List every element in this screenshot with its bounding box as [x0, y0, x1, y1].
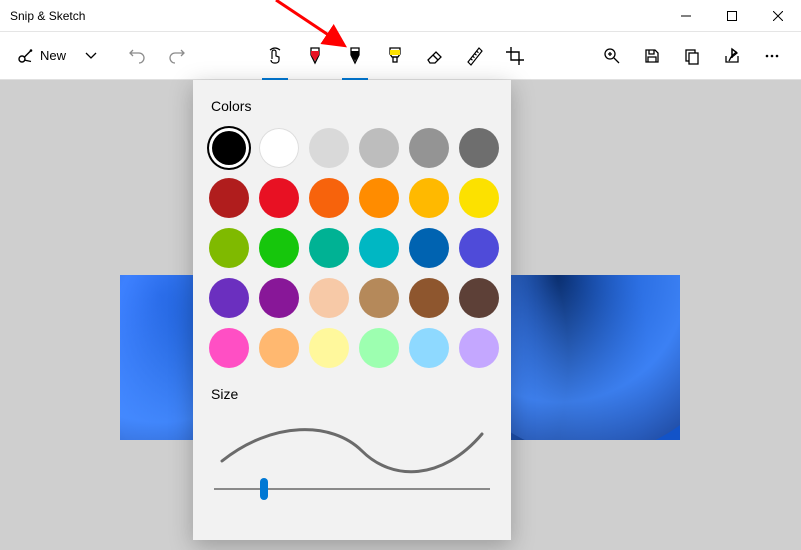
- eraser-icon: [425, 46, 445, 66]
- pen-black-icon: [346, 46, 364, 66]
- color-swatch-light-green[interactable]: [359, 328, 399, 368]
- color-swatch-red[interactable]: [259, 178, 299, 218]
- zoom-icon: [603, 47, 621, 65]
- maximize-button[interactable]: [709, 0, 755, 32]
- color-swatch-pink[interactable]: [209, 328, 249, 368]
- highlighter-button[interactable]: [376, 37, 414, 75]
- highlighter-icon: [386, 46, 404, 66]
- redo-icon: [168, 47, 186, 65]
- color-swatch-cyan[interactable]: [359, 228, 399, 268]
- ruler-button[interactable]: [456, 37, 494, 75]
- touch-writing-button[interactable]: [256, 37, 294, 75]
- color-swatch-peach[interactable]: [309, 278, 349, 318]
- color-swatch-gold[interactable]: [409, 178, 449, 218]
- color-swatch-teal[interactable]: [309, 228, 349, 268]
- title-bar: Snip & Sketch: [0, 0, 801, 32]
- chevron-down-icon: [85, 50, 97, 62]
- color-swatch-black[interactable]: [209, 128, 249, 168]
- color-swatch-light-blue[interactable]: [409, 328, 449, 368]
- toolbar: New: [0, 32, 801, 80]
- color-swatch-brown[interactable]: [409, 278, 449, 318]
- color-swatch-dark-brown[interactable]: [459, 278, 499, 318]
- more-icon: [763, 47, 781, 65]
- share-button[interactable]: [713, 37, 751, 75]
- color-swatch-silver[interactable]: [309, 128, 349, 168]
- new-snip-icon: [16, 47, 34, 65]
- color-swatch-gray-3[interactable]: [459, 128, 499, 168]
- redo-button[interactable]: [158, 37, 196, 75]
- color-swatch-violet[interactable]: [209, 278, 249, 318]
- color-swatch-white[interactable]: [259, 128, 299, 168]
- new-snip-button[interactable]: New: [10, 38, 74, 74]
- crop-icon: [505, 46, 525, 66]
- save-icon: [643, 47, 661, 65]
- eraser-button[interactable]: [416, 37, 454, 75]
- zoom-button[interactable]: [593, 37, 631, 75]
- share-icon: [723, 47, 741, 65]
- color-swatch-light-yellow[interactable]: [309, 328, 349, 368]
- color-swatch-amber[interactable]: [359, 178, 399, 218]
- color-swatch-indigo[interactable]: [459, 228, 499, 268]
- color-swatch-grid: [209, 128, 495, 368]
- pencil-button[interactable]: [336, 37, 374, 75]
- copy-button[interactable]: [673, 37, 711, 75]
- ruler-icon: [465, 46, 485, 66]
- color-swatch-blue[interactable]: [409, 228, 449, 268]
- color-swatch-purple[interactable]: [259, 278, 299, 318]
- color-swatch-green[interactable]: [259, 228, 299, 268]
- color-swatch-gray-2[interactable]: [409, 128, 449, 168]
- color-swatch-lavender[interactable]: [459, 328, 499, 368]
- color-swatch-yellow[interactable]: [459, 178, 499, 218]
- pen-red-icon: [306, 46, 324, 66]
- color-swatch-orange[interactable]: [309, 178, 349, 218]
- copy-icon: [683, 47, 701, 65]
- new-snip-dropdown[interactable]: [76, 38, 106, 74]
- color-swatch-lime[interactable]: [209, 228, 249, 268]
- size-heading: Size: [211, 386, 495, 402]
- close-button[interactable]: [755, 0, 801, 32]
- color-swatch-light-orange[interactable]: [259, 328, 299, 368]
- window-title: Snip & Sketch: [10, 9, 663, 23]
- pen-size-slider[interactable]: [214, 488, 490, 490]
- undo-icon: [128, 47, 146, 65]
- new-snip-label: New: [40, 48, 66, 63]
- save-button[interactable]: [633, 37, 671, 75]
- colors-heading: Colors: [211, 98, 495, 114]
- touch-writing-icon: [265, 46, 285, 66]
- color-swatch-dark-red[interactable]: [209, 178, 249, 218]
- undo-button[interactable]: [118, 37, 156, 75]
- color-swatch-tan[interactable]: [359, 278, 399, 318]
- pen-settings-popup: Colors Size: [193, 80, 511, 540]
- ballpoint-pen-button[interactable]: [296, 37, 334, 75]
- crop-button[interactable]: [496, 37, 534, 75]
- color-swatch-gray-1[interactable]: [359, 128, 399, 168]
- minimize-button[interactable]: [663, 0, 709, 32]
- more-button[interactable]: [753, 37, 791, 75]
- stroke-preview: [212, 416, 492, 476]
